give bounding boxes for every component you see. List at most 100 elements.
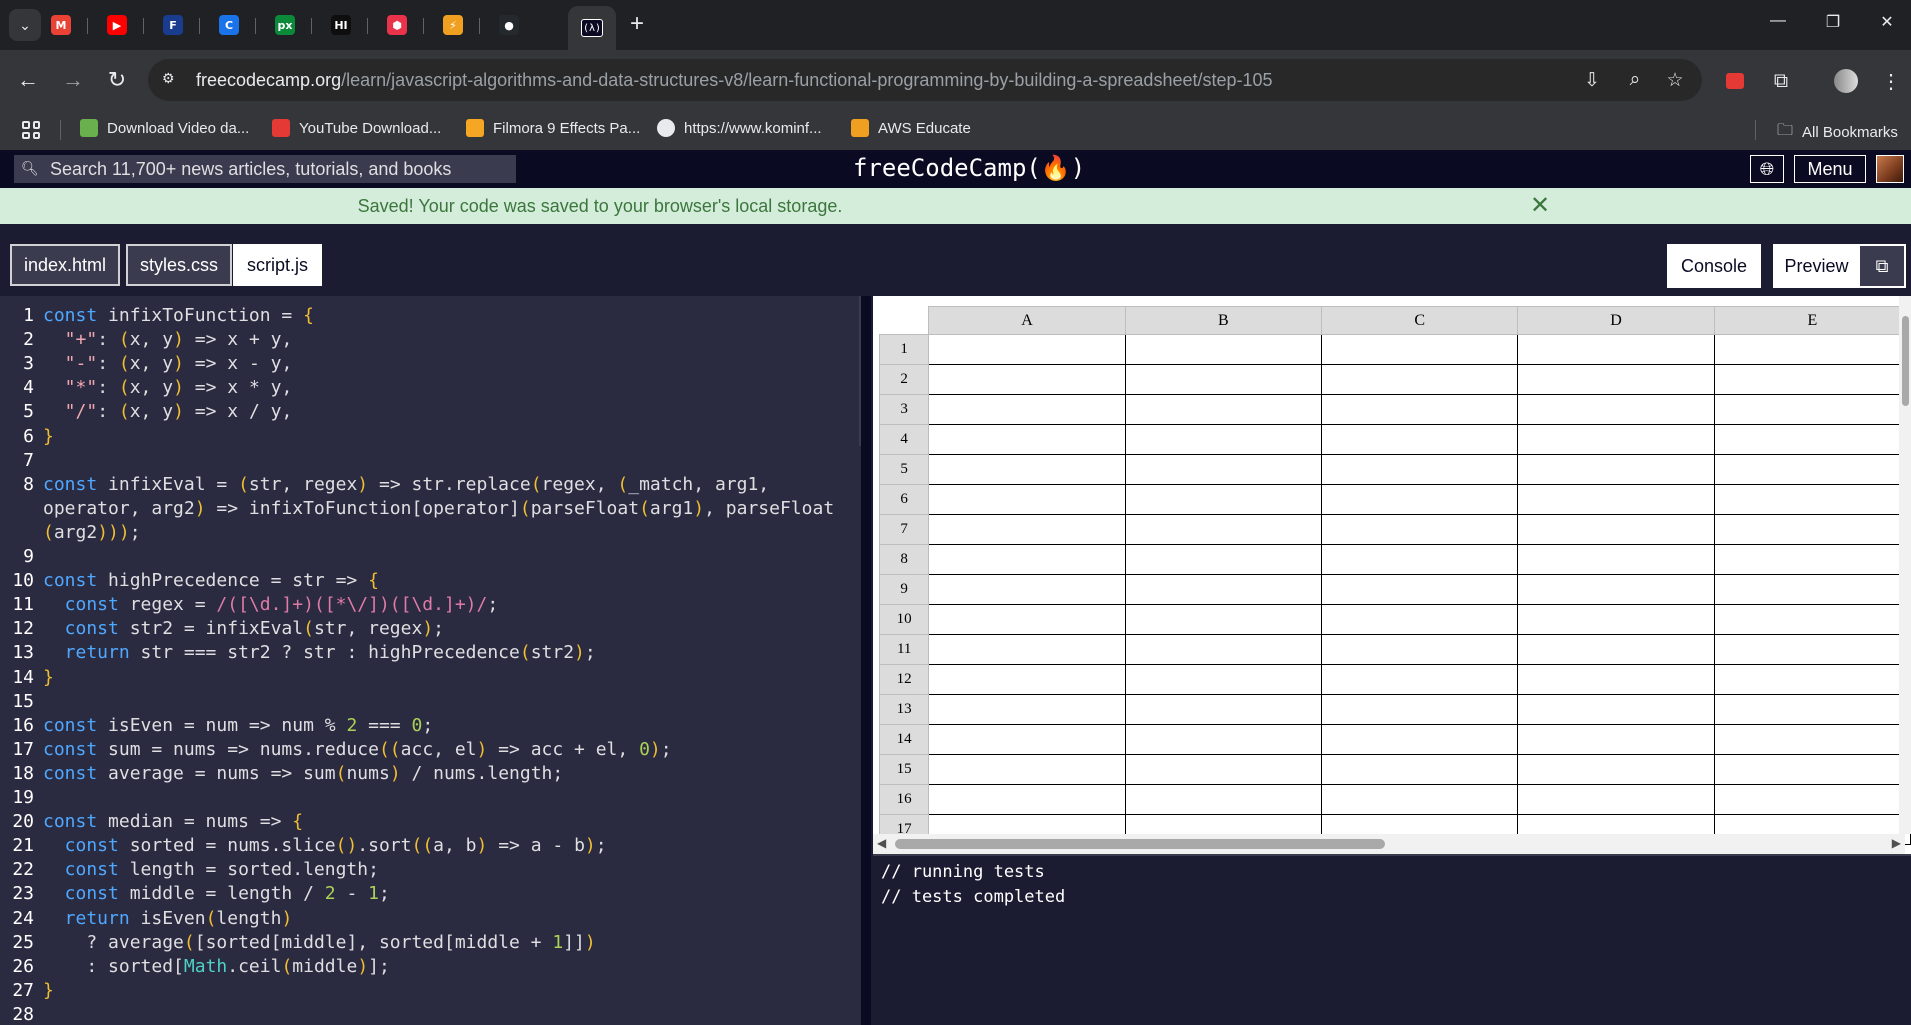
apps-grid-icon[interactable] (22, 121, 40, 139)
spreadsheet-cell[interactable] (1517, 424, 1715, 455)
spreadsheet-cell[interactable] (1124, 514, 1323, 545)
spreadsheet-cell[interactable] (928, 724, 1126, 755)
preview-vertical-scrollbar[interactable] (1899, 296, 1911, 834)
spreadsheet-cell[interactable] (1713, 454, 1911, 485)
spreadsheet-cell[interactable] (1517, 784, 1715, 815)
preview-button[interactable]: Preview (1773, 244, 1860, 288)
language-globe-icon[interactable]: 🌐︎ (1750, 155, 1784, 183)
tab-script-js[interactable]: script.js (233, 244, 323, 286)
url-text[interactable]: freecodecamp.org/learn/javascript-algori… (196, 70, 1273, 91)
new-tab-button[interactable]: + (630, 12, 644, 36)
spreadsheet-cell[interactable] (1517, 454, 1715, 485)
spreadsheet-cell[interactable] (1713, 754, 1911, 785)
spreadsheet-cell[interactable] (1320, 514, 1519, 545)
spreadsheet-cell[interactable] (1124, 784, 1323, 815)
spreadsheet-cell[interactable] (928, 634, 1126, 665)
preview-horizontal-scrollbar[interactable]: ◀ ▶ (873, 834, 1905, 854)
pinned-tab-bolt[interactable]: ⚡ (438, 10, 468, 40)
spreadsheet-cell[interactable] (1320, 754, 1519, 785)
spreadsheet-cell[interactable] (928, 454, 1126, 485)
spreadsheet-cell[interactable] (1124, 724, 1323, 755)
spreadsheet-cell[interactable] (1517, 604, 1715, 635)
spreadsheet-cell[interactable] (928, 334, 1126, 365)
spreadsheet-cell[interactable] (1517, 484, 1715, 515)
spreadsheet-cell[interactable] (1320, 424, 1519, 455)
tab-freecodecamp[interactable]: (λ) (568, 6, 616, 50)
spreadsheet-cell[interactable] (928, 784, 1126, 815)
restore-icon[interactable]: ❐ (1823, 12, 1843, 32)
spreadsheet-cell[interactable] (1713, 364, 1911, 395)
spreadsheet-cell[interactable] (1320, 574, 1519, 605)
spreadsheet-cell[interactable] (1713, 424, 1911, 455)
close-window-icon[interactable]: ✕ (1877, 12, 1897, 32)
spreadsheet-cell[interactable] (1517, 634, 1715, 665)
spreadsheet-cell[interactable] (1713, 604, 1911, 635)
scroll-right-icon[interactable]: ▶ (1892, 836, 1901, 850)
spreadsheet-cell[interactable] (1124, 664, 1323, 695)
extensions-puzzle-icon[interactable]: ⧉ (1769, 69, 1793, 93)
spreadsheet-cell[interactable] (1320, 454, 1519, 485)
bookmark-item[interactable]: YouTube Download... (272, 119, 441, 137)
tab-styles-css[interactable]: styles.css (126, 244, 233, 286)
spreadsheet-cell[interactable] (1517, 514, 1715, 545)
spreadsheet-cell[interactable] (1320, 394, 1519, 425)
spreadsheet-cell[interactable] (1320, 484, 1519, 515)
pinned-tab-github[interactable]: ● (494, 10, 524, 40)
spreadsheet-cell[interactable] (1713, 694, 1911, 725)
spreadsheet-cell[interactable] (1124, 604, 1323, 635)
spreadsheet-cell[interactable] (1124, 424, 1323, 455)
profile-avatar-icon[interactable] (1834, 69, 1858, 93)
fcc-logo[interactable]: freeCodeCamp(🔥) (853, 154, 1085, 182)
spreadsheet-cell[interactable] (1713, 394, 1911, 425)
close-icon[interactable]: ✕ (1530, 191, 1550, 220)
spreadsheet-cell[interactable] (928, 574, 1126, 605)
spreadsheet-cell[interactable] (1713, 634, 1911, 665)
pinned-tab-hexagon[interactable]: ⬢ (382, 10, 412, 40)
spreadsheet-cell[interactable] (1320, 784, 1519, 815)
site-info-icon[interactable]: ⚙ (162, 70, 182, 90)
popout-preview-icon[interactable]: ⧉ (1858, 244, 1906, 288)
spreadsheet-cell[interactable] (1124, 394, 1323, 425)
spreadsheet-cell[interactable] (928, 754, 1126, 785)
spreadsheet-cell[interactable] (1713, 724, 1911, 755)
console-button[interactable]: Console (1667, 244, 1761, 288)
spreadsheet-cell[interactable] (1124, 544, 1323, 575)
scroll-left-icon[interactable]: ◀ (877, 836, 886, 850)
spreadsheet-cell[interactable] (1517, 334, 1715, 365)
code-editor[interactable]: 1 const infixToFunction = {2 "+": (x, y) … (0, 296, 861, 1025)
spreadsheet-cell[interactable] (1517, 664, 1715, 695)
spreadsheet-cell[interactable] (1124, 694, 1323, 725)
scrollbar-thumb[interactable] (1902, 316, 1909, 406)
back-arrow-icon[interactable]: ← (14, 66, 42, 94)
more-vert-icon[interactable]: ⋮ (1879, 69, 1903, 93)
spreadsheet-cell[interactable] (1517, 694, 1715, 725)
menu-button[interactable]: Menu (1794, 155, 1866, 183)
tab-search-button[interactable]: ⌄ (9, 9, 41, 41)
spreadsheet-cell[interactable] (1713, 784, 1911, 815)
spreadsheet-cell[interactable] (928, 664, 1126, 695)
spreadsheet-cell[interactable] (1713, 514, 1911, 545)
tab-index-html[interactable]: index.html (10, 244, 121, 286)
forward-arrow-icon[interactable]: → (59, 66, 87, 94)
user-avatar[interactable] (1876, 155, 1904, 183)
pinned-tab-c-brand[interactable]: C (214, 10, 244, 40)
spreadsheet-cell[interactable] (1320, 694, 1519, 725)
spreadsheet-cell[interactable] (928, 694, 1126, 725)
spreadsheet-cell[interactable] (1517, 364, 1715, 395)
spreadsheet-cell[interactable] (928, 484, 1126, 515)
minimize-icon[interactable]: — (1768, 12, 1788, 30)
search-input[interactable] (50, 158, 510, 180)
zoom-icon[interactable]: ⌕ (1623, 69, 1647, 91)
pinned-tab-hi[interactable]: HI (326, 10, 356, 40)
spreadsheet-cell[interactable] (1713, 574, 1911, 605)
spreadsheet-cell[interactable] (928, 514, 1126, 545)
bookmark-item[interactable]: Download Video da... (80, 119, 249, 137)
spreadsheet-cell[interactable] (1517, 544, 1715, 575)
spreadsheet-cell[interactable] (1517, 754, 1715, 785)
spreadsheet-cell[interactable] (1124, 574, 1323, 605)
pane-divider[interactable] (861, 296, 871, 1025)
spreadsheet-cell[interactable] (1320, 724, 1519, 755)
spreadsheet-cell[interactable] (1320, 634, 1519, 665)
spreadsheet-cell[interactable] (1517, 724, 1715, 755)
spreadsheet-cell[interactable] (928, 604, 1126, 635)
